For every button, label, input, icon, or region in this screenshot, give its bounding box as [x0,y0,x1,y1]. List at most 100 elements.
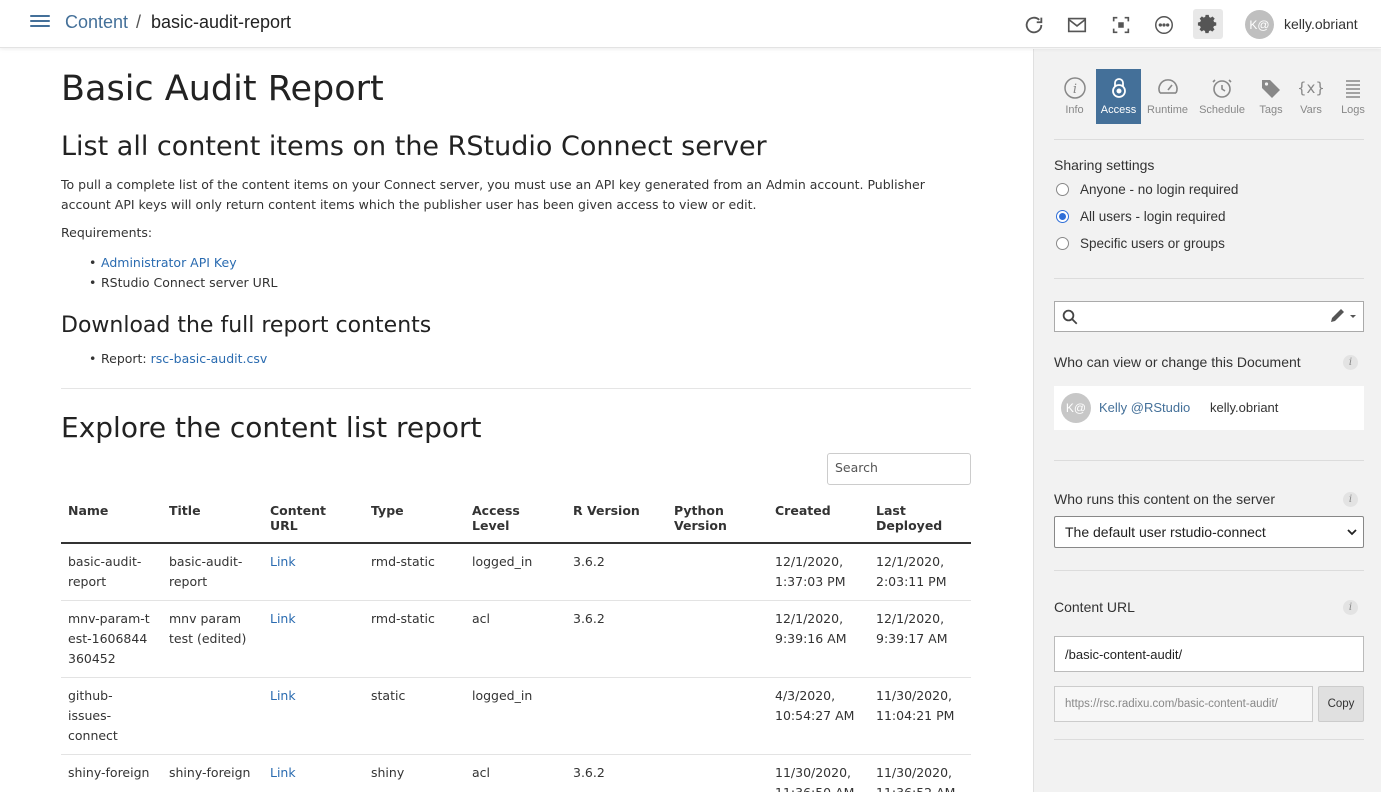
intro-paragraph: To pull a complete list of the content i… [61,177,925,212]
panel-tabs: i Info Access Runtime Schedule Tags {x} … [1054,69,1381,124]
selected-value: The default user rstudio-connect [1065,524,1266,540]
cell-name: mnv-param-test-1606844360452 [61,600,162,678]
column-header[interactable]: R Version [566,495,667,544]
viewer-name[interactable]: Kelly @RStudio [1099,400,1190,415]
svg-text:i: i [1072,82,1076,97]
list-item[interactable]: Administrator API Key [89,253,277,273]
tab-label: Access [1100,104,1137,116]
divider [1054,739,1364,740]
tab-logs[interactable]: Logs [1332,69,1374,124]
column-header[interactable]: Python Version [667,495,768,544]
column-header[interactable]: Created [768,495,869,544]
table-search-input[interactable]: Search [827,453,971,485]
table-row: github-issues-connect Link static logged… [61,677,971,755]
radio-specific-users[interactable]: Specific users or groups [1056,236,1225,251]
radio-button-selected[interactable] [1056,210,1069,223]
breadcrumb-current: basic-audit-report [151,12,292,32]
content-table: Name Title Content URL Type Access Level… [61,495,971,792]
tab-vars[interactable]: {x} Vars [1292,69,1330,124]
tab-info[interactable]: i Info [1054,69,1095,124]
cell-last-deployed: 12/1/2020, 9:39:17 AM [869,600,971,678]
settings-gear-icon[interactable] [1193,9,1223,39]
cell-r-version: 3.6.2 [566,600,667,678]
content-link[interactable]: Link [270,554,296,569]
report-prefix: Report: [101,351,151,366]
column-header[interactable]: Title [162,495,263,544]
content-url-input[interactable]: /basic-content-audit/ [1054,636,1364,672]
user-search-input[interactable] [1054,301,1364,332]
cell-created: 11/30/2020, 11:36:50 AM [768,754,869,792]
cell-type: static [364,677,465,755]
info-icon[interactable]: i [1343,600,1358,615]
copy-button[interactable]: Copy [1318,686,1364,722]
admin-api-key-link[interactable]: Administrator API Key [101,255,237,270]
more-options-icon[interactable] [1151,12,1177,38]
tab-runtime[interactable]: Runtime [1143,69,1192,124]
settings-panel: i Info Access Runtime Schedule Tags {x} … [1033,49,1381,792]
edit-dropdown-icon[interactable] [1328,307,1358,327]
download-list: Report: rsc-basic-audit.csv [89,349,267,369]
divider [1054,570,1364,571]
radio-label: Specific users or groups [1080,236,1225,251]
table-row: mnv-param-test-1606844360452 mnv param t… [61,600,971,678]
list-item: Report: rsc-basic-audit.csv [89,349,267,369]
menu-icon[interactable] [30,15,50,31]
sharing-settings-label: Sharing settings [1054,157,1155,173]
variables-icon: {x} [1299,79,1323,97]
tab-tags[interactable]: Tags [1252,69,1290,124]
email-icon[interactable] [1064,12,1090,38]
tab-label: Runtime [1147,104,1188,116]
requirements-list: Administrator API Key RStudio Connect se… [89,253,277,293]
page-title: Basic Audit Report [61,69,384,109]
section-heading-download: Download the full report contents [61,313,432,338]
content-link[interactable]: Link [270,611,296,626]
cell-python-version [667,543,768,601]
cell-type: shiny [364,754,465,792]
cell-access: logged_in [465,677,566,755]
content-link[interactable]: Link [270,765,296,780]
fullscreen-icon[interactable] [1108,12,1134,38]
cell-title [162,677,263,755]
logs-icon [1346,80,1360,98]
tab-label: Info [1065,104,1084,116]
tab-access[interactable]: Access [1096,69,1141,124]
requirements-label: Requirements: [61,225,153,240]
run-as-user-select[interactable]: The default user rstudio-connect [1054,516,1364,548]
radio-button[interactable] [1056,183,1069,196]
cell-title: shiny-foreign [162,754,263,792]
report-csv-link[interactable]: rsc-basic-audit.csv [151,351,268,366]
user-avatar[interactable]: K@ [1245,10,1274,39]
refresh-icon[interactable] [1021,12,1047,38]
cell-url: Link [263,754,364,792]
column-header[interactable]: Type [364,495,465,544]
username[interactable]: kelly.obriant [1284,16,1358,32]
divider [1054,460,1364,461]
column-header[interactable]: Access Level [465,495,566,544]
cell-last-deployed: 11/30/2020, 11:36:52 AM [869,754,971,792]
cell-last-deployed: 11/30/2020, 11:04:21 PM [869,677,971,755]
info-icon[interactable]: i [1343,355,1358,370]
cell-name: shiny-foreign [61,754,162,792]
breadcrumb-content-link[interactable]: Content [65,12,128,33]
info-icon[interactable]: i [1343,492,1358,507]
svg-text:{x}: {x} [1299,79,1323,97]
radio-anyone[interactable]: Anyone - no login required [1056,182,1238,197]
column-header[interactable]: Last Deployed [869,495,971,544]
cell-python-version [667,600,768,678]
divider [1054,278,1364,279]
runs-as-label: Who runs this content on the server [1054,491,1275,507]
column-header[interactable]: Name [61,495,162,544]
radio-button[interactable] [1056,237,1069,250]
cell-access: acl [465,600,566,678]
cell-name: basic-audit-report [61,543,162,601]
tab-schedule[interactable]: Schedule [1194,69,1250,124]
top-bar: Content / basic-audit-report K@ kelly.ob… [0,0,1381,48]
cell-last-deployed: 12/1/2020, 2:03:11 PM [869,543,971,601]
column-header[interactable]: Content URL [263,495,364,544]
cell-python-version [667,754,768,792]
radio-all-users[interactable]: All users - login required [1056,209,1226,224]
full-url-field[interactable]: https://rsc.radixu.com/basic-content-aud… [1054,686,1313,722]
tab-label: Schedule [1199,104,1245,116]
section-heading-explore: Explore the content list report [61,411,482,444]
content-link[interactable]: Link [270,688,296,703]
